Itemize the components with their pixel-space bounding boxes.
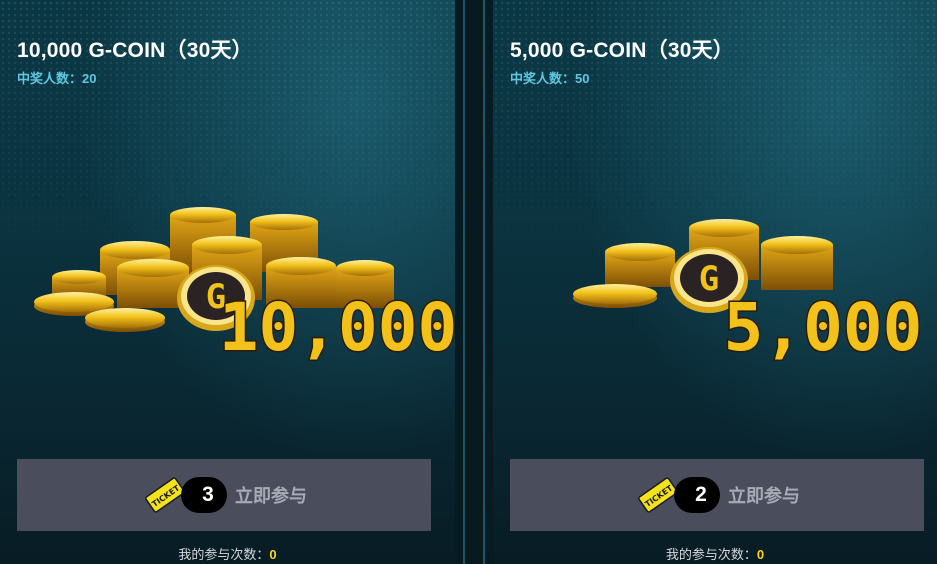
join-button[interactable]: TICKET 2 立即参与 — [510, 459, 924, 531]
reward-card-5000: 5,000 G-COIN（30天） 中奖人数：50 G 5,000 TICKET… — [493, 0, 937, 564]
join-button-label: 立即参与 — [235, 486, 307, 506]
join-button[interactable]: TICKET 3 立即参与 — [17, 459, 431, 531]
participation-info: 我的参与次数：0 — [493, 544, 937, 563]
winners-info: 中奖人数：50 — [510, 68, 589, 87]
participation-label: 我的参与次数： — [178, 547, 270, 562]
reward-card-10000: 10,000 G-COIN（30天） 中奖人数：20 G 10,000 TICK… — [0, 0, 455, 564]
participation-info: 我的参与次数：0 — [0, 544, 455, 563]
amount-art-text: 5,000 — [724, 289, 923, 366]
ticket-cost-badge: 3 — [181, 477, 227, 513]
winners-info: 中奖人数：20 — [17, 68, 96, 87]
winners-label: 中奖人数： — [17, 71, 83, 86]
coin-art: G 5,000 — [573, 219, 924, 368]
card-title: 10,000 G-COIN（30天） — [17, 39, 253, 62]
card-title: 5,000 G-COIN（30天） — [510, 39, 734, 62]
winners-label: 中奖人数： — [510, 71, 576, 86]
join-button-label: 立即参与 — [728, 486, 800, 506]
card-divider — [463, 0, 485, 564]
coin-art: G 10,000 — [34, 207, 455, 368]
winners-count: 20 — [82, 71, 97, 86]
participation-label: 我的参与次数： — [665, 547, 757, 562]
participation-count: 0 — [269, 547, 277, 562]
ticket-cost-badge: 2 — [674, 477, 720, 513]
svg-text:G: G — [699, 259, 719, 299]
participation-count: 0 — [756, 547, 765, 562]
winners-count: 50 — [575, 71, 590, 86]
amount-art-text: 10,000 — [219, 289, 455, 366]
